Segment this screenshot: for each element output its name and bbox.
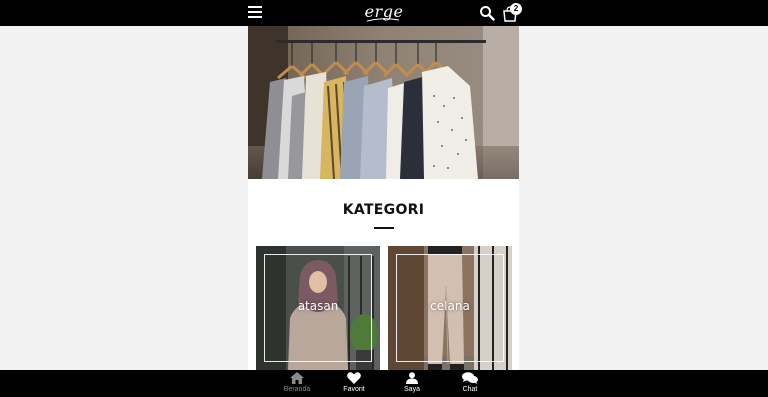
clothing-rack-photo xyxy=(248,26,519,179)
category-card-atasan[interactable]: atasan xyxy=(256,246,380,370)
heart-icon xyxy=(347,372,361,384)
menu-icon[interactable] xyxy=(248,6,262,18)
category-card-celana[interactable]: celana xyxy=(388,246,512,370)
nav-label: Chat xyxy=(462,386,478,393)
nav-label: Favorit xyxy=(343,386,365,393)
cart-count-badge: 2 xyxy=(510,3,522,15)
category-label: atasan xyxy=(297,299,339,313)
search-icon[interactable] xyxy=(479,5,495,21)
nav-item-beranda[interactable]: Beranda xyxy=(277,372,317,397)
nav-item-chat[interactable]: Chat xyxy=(450,372,490,397)
nav-item-favorit[interactable]: Favorit xyxy=(334,372,374,397)
nav-label: Saya xyxy=(404,386,420,393)
title-underline xyxy=(374,227,394,229)
top-bar: erge 2 xyxy=(0,0,768,26)
chat-icon xyxy=(462,372,478,384)
category-label: celana xyxy=(430,299,470,313)
user-icon xyxy=(406,372,418,384)
hero-banner[interactable] xyxy=(248,26,519,179)
logo-swoosh xyxy=(366,18,400,22)
kategori-title: KATEGORI xyxy=(342,202,425,218)
nav-item-saya[interactable]: Saya xyxy=(392,372,432,397)
main-content: KATEGORI atasan celana xyxy=(248,26,519,370)
home-icon xyxy=(290,372,304,384)
nav-label: Beranda xyxy=(283,386,311,393)
bottom-nav: Beranda Favorit Saya Chat xyxy=(0,370,768,397)
